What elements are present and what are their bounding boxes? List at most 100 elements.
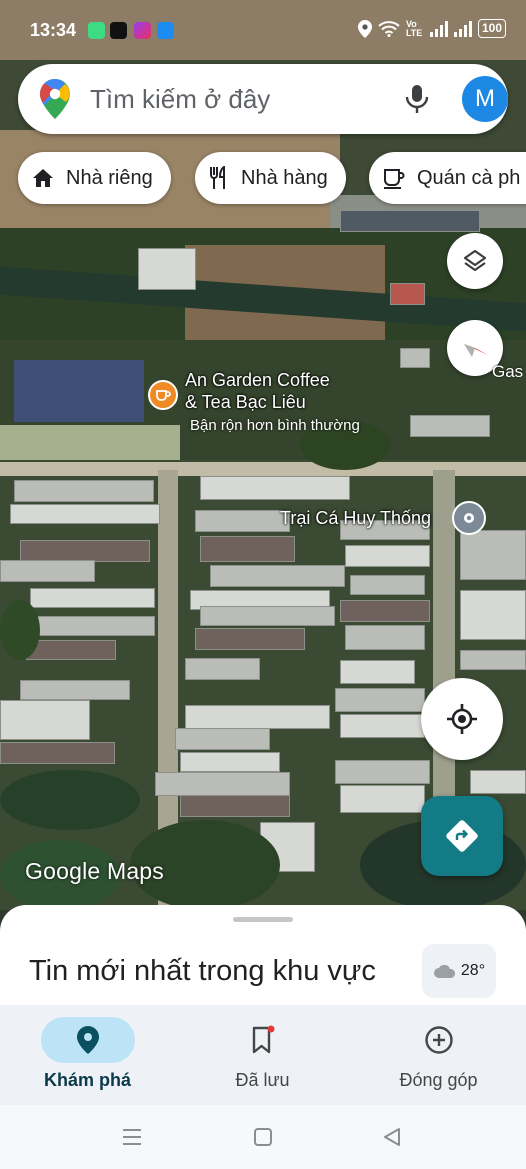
search-input[interactable]: Tìm kiếm ở đây	[90, 84, 270, 115]
camera-app-icon	[157, 22, 174, 39]
weather-chip[interactable]: 28°	[422, 944, 496, 998]
map-building	[340, 660, 415, 684]
map-building	[390, 283, 425, 305]
map-building	[30, 588, 155, 608]
poi-coffee-marker[interactable]	[148, 380, 178, 410]
map-building	[400, 348, 430, 368]
map-building	[460, 590, 526, 640]
poi-fish-farm-marker[interactable]	[452, 501, 486, 535]
map-building	[0, 560, 95, 582]
coffee-icon	[384, 169, 405, 189]
map-building	[460, 650, 526, 670]
nav-saved[interactable]: Đã lưu	[175, 1005, 350, 1105]
map-building	[210, 565, 345, 587]
map-pond	[14, 360, 144, 422]
map-building	[0, 742, 115, 764]
signal-icon	[453, 20, 472, 37]
system-navigation-bar	[0, 1105, 526, 1169]
map-label-gas[interactable]: Gas	[492, 362, 523, 382]
map-building	[155, 772, 290, 796]
map-building	[335, 688, 425, 712]
signal-icon	[429, 20, 448, 37]
recent-apps-icon[interactable]	[122, 1128, 142, 1146]
add-circle-icon	[425, 1026, 453, 1054]
search-bar[interactable]: Tìm kiếm ở đây M	[18, 64, 508, 134]
map-field	[0, 425, 180, 465]
map-building	[345, 545, 430, 567]
weather-temp: 28°	[460, 962, 486, 979]
chip-restaurant-label: Nhà hàng	[241, 166, 328, 189]
home-button-icon[interactable]	[253, 1127, 273, 1147]
map-building	[340, 714, 425, 738]
poi-fish-farm-title[interactable]: Trại Cá Huy Thống	[280, 507, 431, 529]
messenger-icon	[134, 22, 151, 39]
bookmark-icon	[252, 1025, 275, 1054]
nav-explore-indicator	[41, 1017, 135, 1063]
map-building	[175, 728, 270, 750]
status-bar: 13:34 Vo LTE 100	[0, 0, 526, 60]
sheet-title: Tin mới nhất trong khu vực	[29, 955, 376, 987]
map-building	[26, 640, 116, 660]
battery-icon: 100	[477, 19, 506, 38]
poi-coffee-busy-status: Bận rộn hơn bình thường	[190, 417, 360, 434]
map-building	[335, 760, 430, 784]
nav-explore[interactable]: Khám phá	[0, 1005, 175, 1105]
map-building	[350, 575, 425, 595]
map-building	[180, 795, 290, 817]
directions-button[interactable]	[421, 796, 503, 876]
my-location-button[interactable]	[421, 678, 503, 760]
map-building	[340, 785, 425, 813]
home-icon	[33, 169, 53, 187]
bottom-navigation: Khám phá Đã lưu Đóng góp	[0, 1005, 526, 1105]
map-tree	[0, 600, 40, 660]
bottom-sheet[interactable]: Tin mới nhất trong khu vực 28°	[0, 905, 526, 1005]
poi-coffee-title-line1: An Garden Coffee	[185, 370, 330, 390]
map-building	[200, 476, 350, 500]
map-building	[180, 752, 280, 772]
directions-icon	[446, 820, 478, 852]
place-pin-icon	[464, 513, 474, 523]
map-building	[20, 680, 130, 700]
account-avatar[interactable]: M	[462, 76, 508, 122]
map-building	[200, 536, 295, 562]
nav-saved-label: Đã lưu	[235, 1070, 290, 1090]
sheet-drag-handle[interactable]	[233, 917, 293, 922]
chip-home[interactable]: Nhà riêng	[18, 152, 171, 204]
coffee-cup-icon	[156, 390, 171, 401]
map-building	[195, 510, 290, 532]
layers-icon	[463, 249, 487, 272]
nav-contribute-label: Đóng góp	[399, 1070, 478, 1090]
chip-coffee-label: Quán cà ph	[417, 166, 521, 189]
map-building	[20, 540, 150, 562]
nav-explore-label: Khám phá	[43, 1070, 131, 1090]
nav-contribute[interactable]: Đóng góp	[351, 1005, 526, 1105]
google-maps-watermark: Google Maps	[25, 858, 164, 884]
google-maps-pin-icon	[40, 79, 70, 119]
map-view[interactable]: An Garden Coffee & Tea Bạc Liêu Bận rộn …	[0, 0, 526, 910]
status-time: 13:34	[30, 20, 77, 40]
map-building	[340, 600, 430, 622]
poi-coffee-title-line2: & Tea Bạc Liêu	[185, 392, 306, 412]
chip-coffee[interactable]: Quán cà ph	[369, 152, 526, 204]
back-button-icon[interactable]	[382, 1127, 402, 1147]
map-building	[30, 616, 155, 636]
tiktok-icon	[110, 22, 127, 39]
map-building	[345, 625, 425, 650]
location-icon	[357, 19, 372, 38]
chip-restaurant[interactable]: Nhà hàng	[195, 152, 346, 204]
restaurant-icon	[210, 166, 225, 189]
layers-button[interactable]	[447, 233, 503, 289]
map-building	[200, 606, 335, 626]
poi-coffee-title[interactable]: An Garden Coffee & Tea Bạc Liêu	[185, 369, 330, 413]
map-building	[185, 705, 330, 729]
explore-pin-icon	[77, 1026, 99, 1054]
battery-level: 100	[481, 21, 502, 35]
map-tree	[0, 770, 140, 830]
map-building	[195, 628, 305, 650]
wifi-icon	[378, 20, 400, 37]
map-building	[138, 248, 196, 290]
android-app-icon	[88, 22, 105, 39]
map-building	[14, 480, 154, 502]
my-location-icon	[447, 704, 477, 734]
microphone-icon[interactable]	[404, 84, 430, 114]
